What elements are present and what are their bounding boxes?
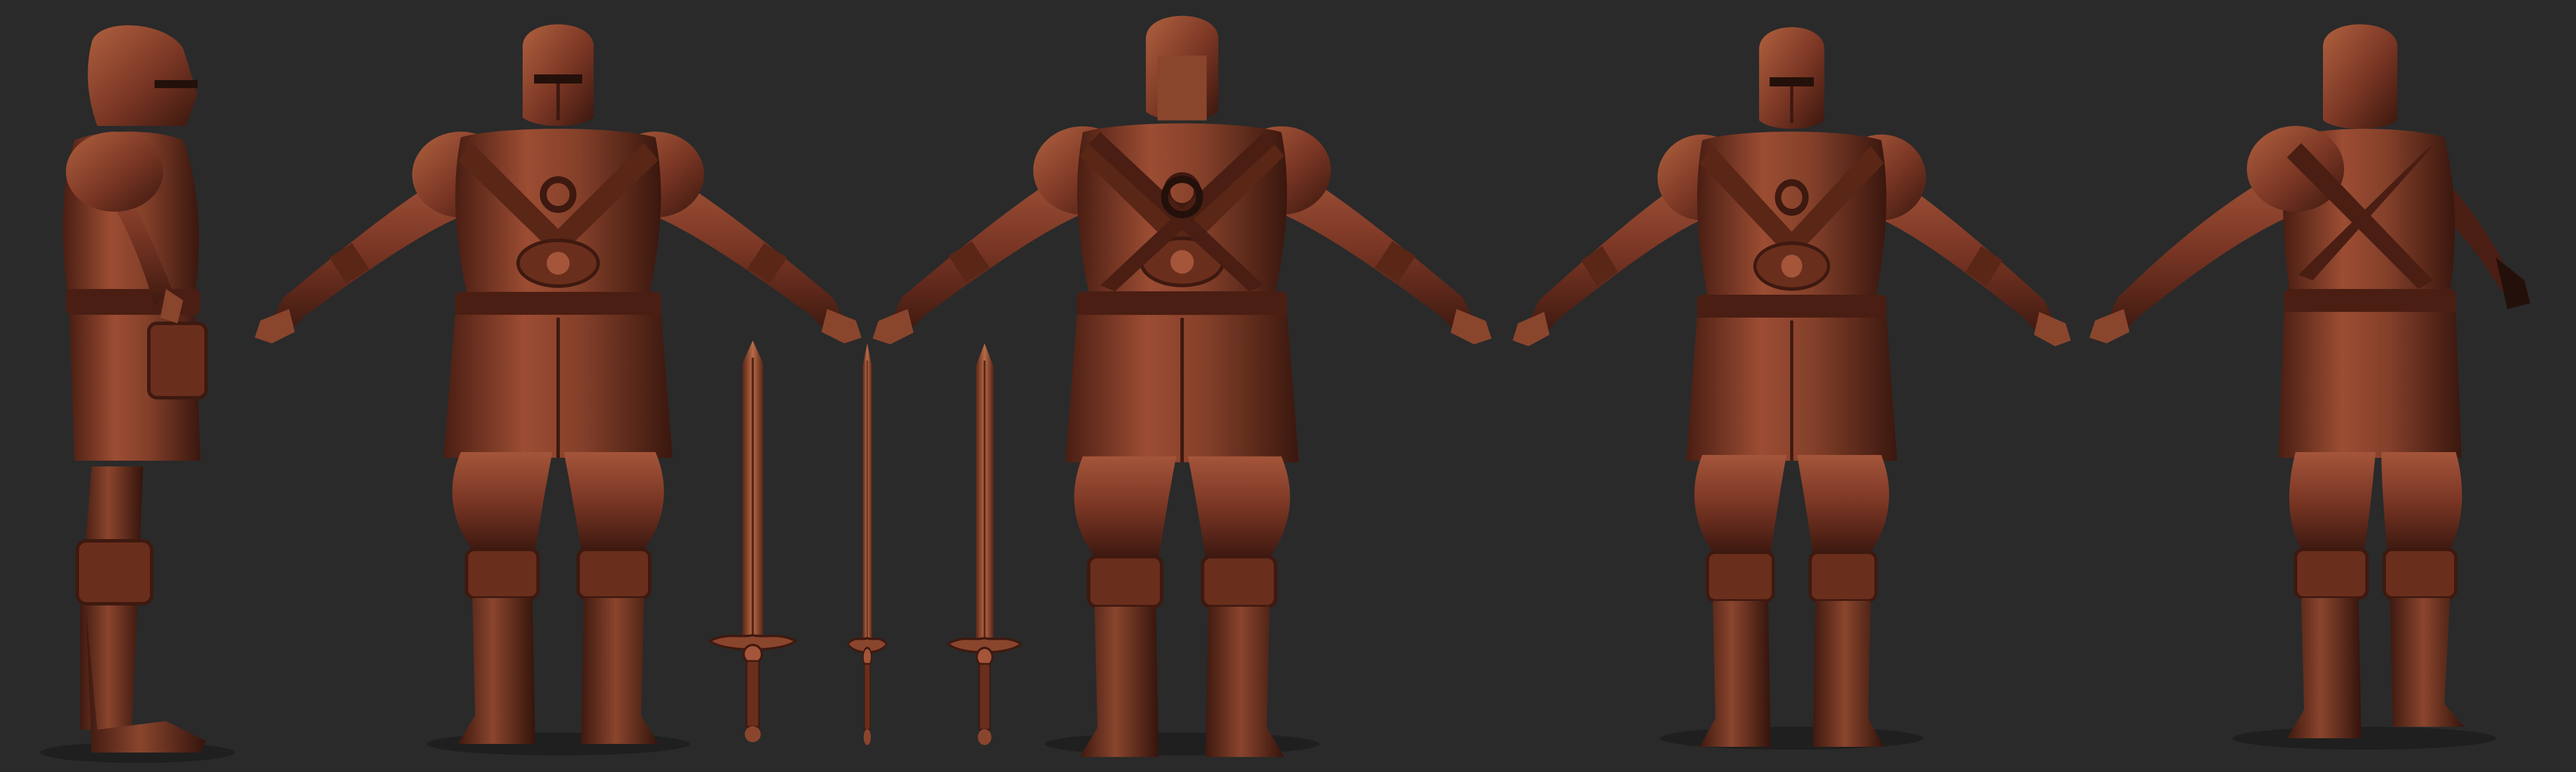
render-scene <box>0 0 2576 772</box>
turnaround-canvas <box>0 0 2576 772</box>
